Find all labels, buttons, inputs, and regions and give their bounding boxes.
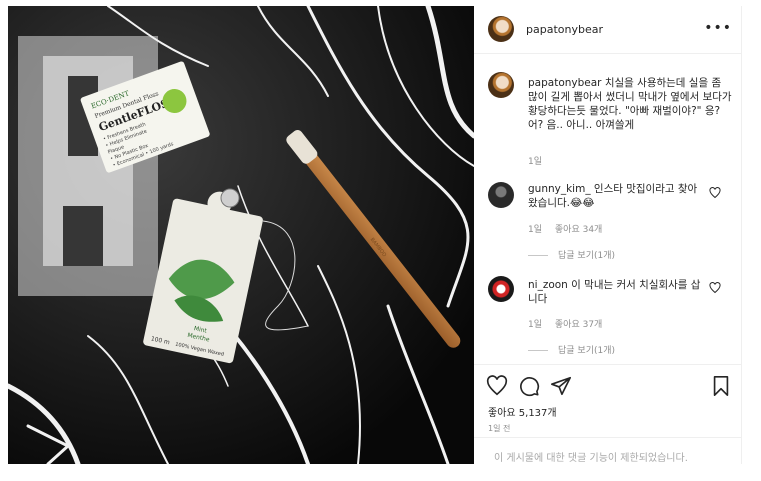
comment-meta: 1일 좋아요 37개 bbox=[528, 317, 612, 330]
more-options-icon[interactable]: ••• bbox=[704, 20, 732, 36]
post-side-panel: papatonybear ••• papatonybear 치실을 사용하는데 … bbox=[474, 6, 742, 464]
view-replies[interactable]: 답글 보기(1개) bbox=[528, 343, 615, 356]
caption-time: 1일 bbox=[528, 154, 552, 167]
comment-likes[interactable]: 좋아요 34개 bbox=[555, 225, 602, 235]
comment-item: gunny_kim_ 인스타 맛집이라고 찾아 왔습니다.😂😂 bbox=[528, 182, 708, 210]
post-username[interactable]: papatonybear bbox=[526, 23, 603, 36]
comment-meta: 1일 좋아요 34개 bbox=[528, 222, 612, 235]
like-comment-icon[interactable] bbox=[709, 282, 721, 294]
comment-time: 1일 bbox=[528, 320, 543, 330]
reply-dash bbox=[528, 350, 548, 351]
caption-time-text: 1일 bbox=[528, 157, 543, 167]
comment-avatar[interactable] bbox=[488, 276, 514, 302]
reply-dash bbox=[528, 255, 548, 256]
bookmark-icon[interactable] bbox=[710, 375, 732, 397]
caption-username[interactable]: papatonybear bbox=[528, 77, 602, 89]
comment-avatar[interactable] bbox=[488, 182, 514, 208]
heart-icon[interactable] bbox=[486, 375, 508, 397]
comment-item: ni_zoon 이 막내는 커서 치실회사를 삽니다 bbox=[528, 278, 708, 306]
like-count[interactable]: 좋아요 5,137개 bbox=[488, 404, 557, 419]
post-actions: 좋아요 5,137개 1일 전 이 게시물에 대한 댓글 기능이 제한되었습니다… bbox=[474, 364, 742, 464]
comment-likes[interactable]: 좋아요 37개 bbox=[555, 320, 602, 330]
caption: papatonybear 치실을 사용하는데 실을 좀 많이 길게 뽑아서 썼더… bbox=[528, 76, 733, 132]
comment-username[interactable]: ni_zoon bbox=[528, 279, 568, 291]
comment-icon[interactable] bbox=[518, 375, 540, 397]
view-replies[interactable]: 답글 보기(1개) bbox=[528, 248, 615, 261]
comment-disabled-box: 이 게시물에 대한 댓글 기능이 제한되었습니다. bbox=[474, 437, 742, 465]
post-photo[interactable]: ECO·DENT Premium Dental Floss GentleFLOS… bbox=[8, 6, 474, 464]
view-replies-label[interactable]: 답글 보기(1개) bbox=[558, 251, 615, 261]
share-icon[interactable] bbox=[550, 375, 572, 397]
comment-time: 1일 bbox=[528, 225, 543, 235]
marble-photo: ECO·DENT Premium Dental Floss GentleFLOS… bbox=[8, 6, 474, 464]
caption-avatar[interactable] bbox=[488, 72, 514, 98]
view-replies-label[interactable]: 답글 보기(1개) bbox=[558, 346, 615, 356]
like-comment-icon[interactable] bbox=[709, 187, 721, 199]
post-header: papatonybear ••• bbox=[474, 6, 742, 54]
post-time: 1일 전 bbox=[488, 424, 511, 433]
comment-username[interactable]: gunny_kim_ bbox=[528, 183, 591, 195]
comments-disabled-text: 이 게시물에 대한 댓글 기능이 제한되었습니다. bbox=[494, 453, 688, 464]
avatar[interactable] bbox=[488, 16, 514, 42]
